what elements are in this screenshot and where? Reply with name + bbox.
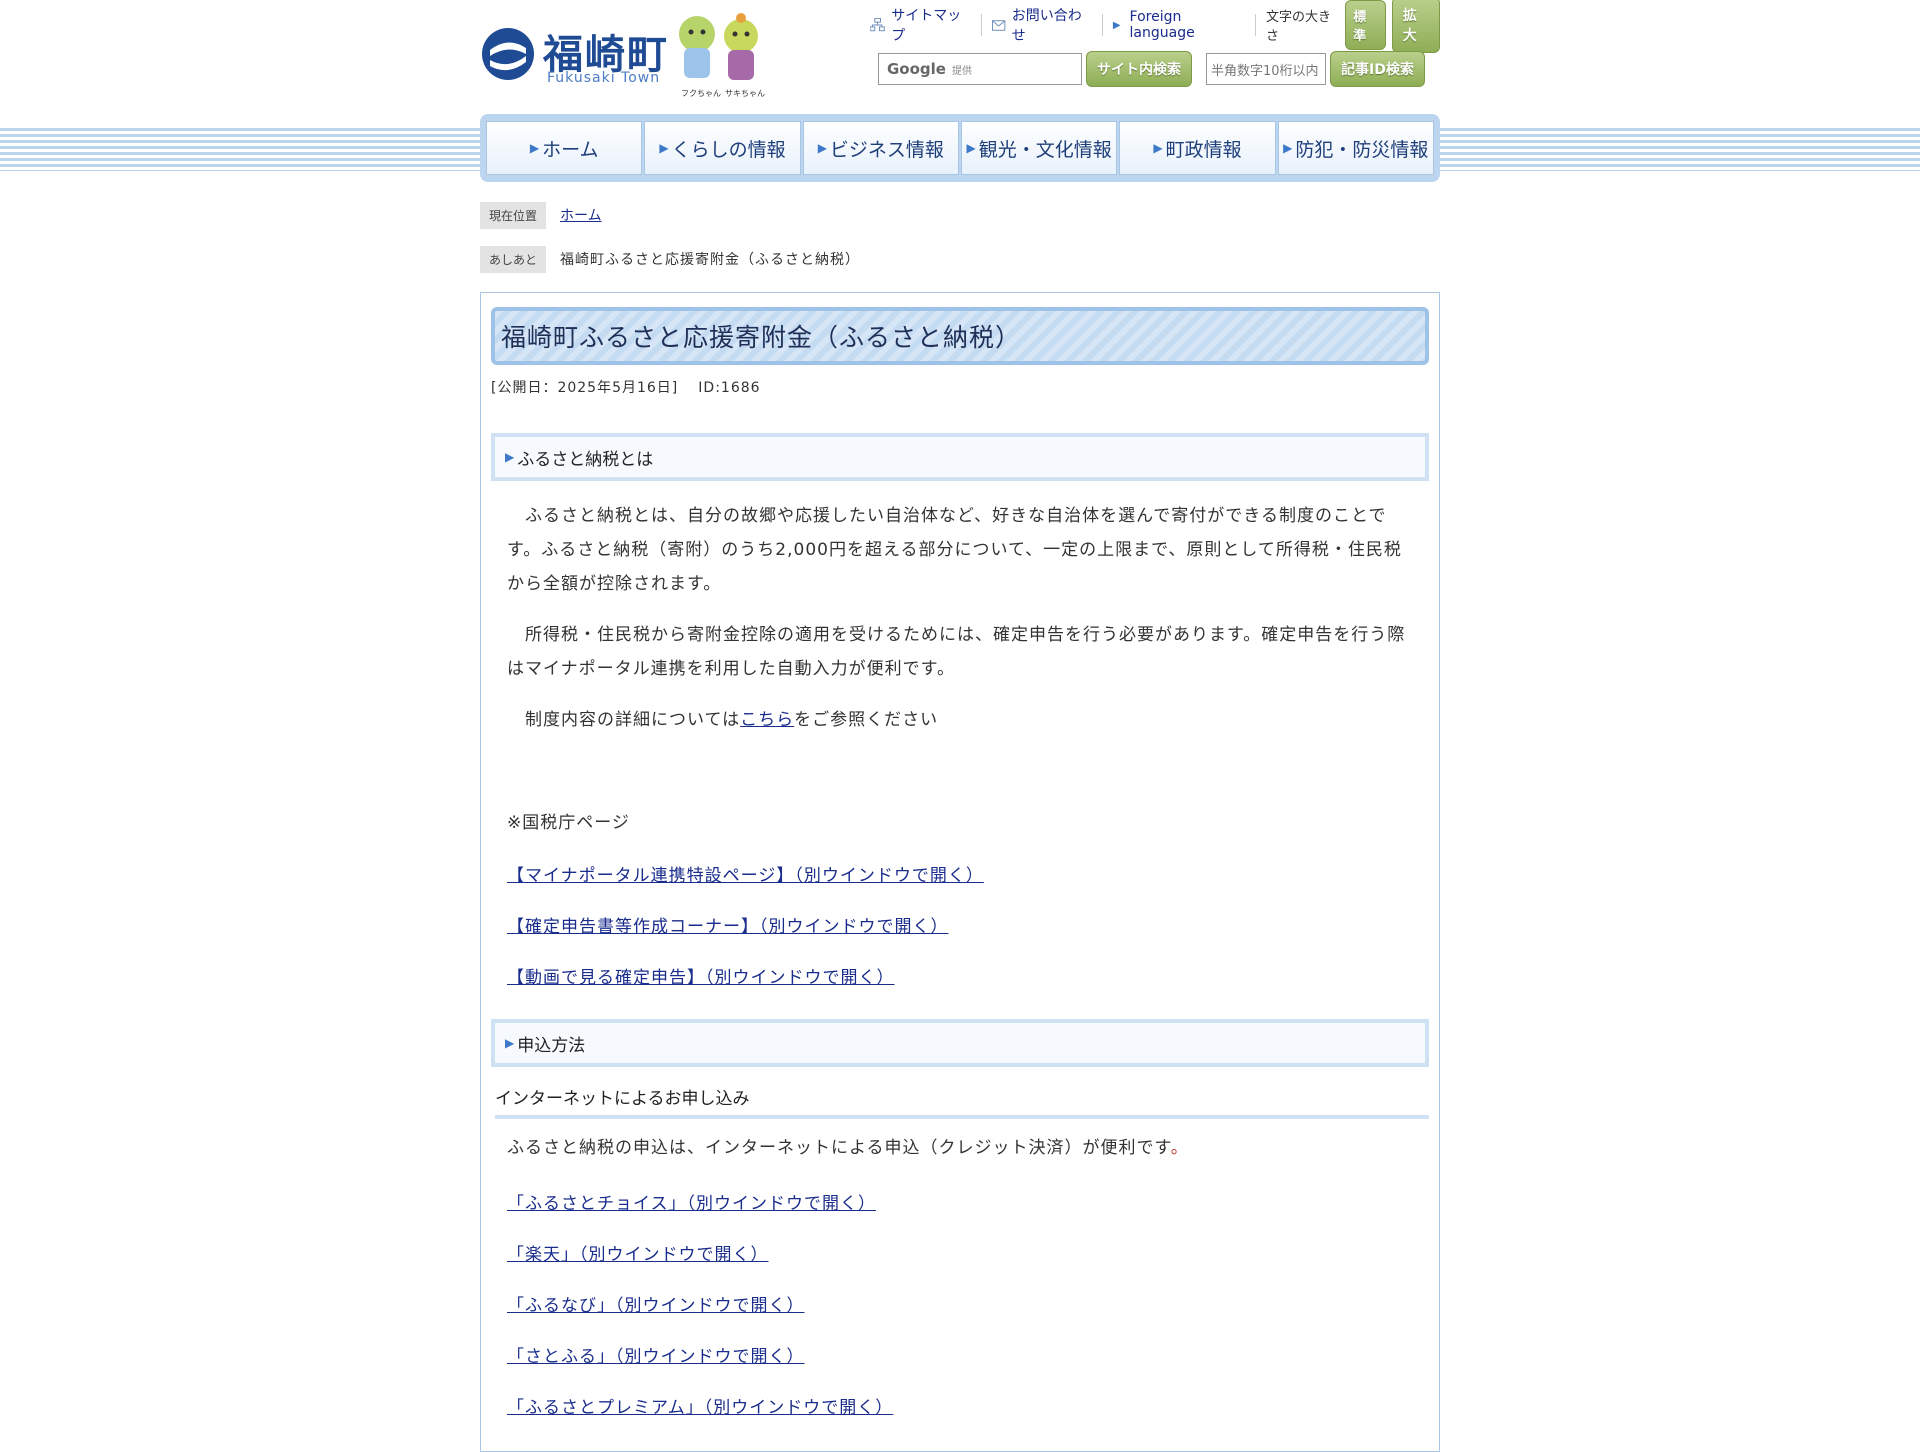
- rakuten-link[interactable]: 「楽天」（別ウインドウで開く）: [507, 1240, 769, 1265]
- paragraph-details: 制度内容の詳細についてはこちらをご参照ください: [507, 703, 1417, 737]
- nav-item-business[interactable]: ▶ ビジネス情報: [802, 121, 959, 175]
- sitemap-link[interactable]: サイトマップ: [860, 8, 983, 44]
- logo-subtext: Fukusaki Town: [547, 70, 661, 86]
- article-id: ID:1686: [698, 380, 761, 396]
- satofuru-link[interactable]: 「さとふる」（別ウインドウで開く）: [507, 1342, 805, 1367]
- chevron-right-icon: ▶: [659, 141, 669, 155]
- furusato-choice-link[interactable]: 「ふるさとチョイス」（別ウインドウで開く）: [507, 1189, 876, 1214]
- nav-item-safety[interactable]: ▶ 防犯・防災情報: [1277, 121, 1434, 175]
- mynaportal-link[interactable]: 【マイナポータル連携特設ページ】（別ウインドウで開く）: [507, 861, 984, 886]
- tax-video-link[interactable]: 【動画で見る確定申告】（別ウインドウで開く）: [507, 963, 895, 988]
- subsection-heading-internet: インターネットによるお申し込み: [495, 1084, 1429, 1119]
- site-search-input[interactable]: Google 提供: [878, 53, 1082, 85]
- chevron-right-icon: ▶: [817, 141, 827, 155]
- section-heading-about: ▶ ふるさと納税とは: [491, 433, 1429, 481]
- font-size-label: 文字の大きさ: [1265, 10, 1331, 44]
- main-content: 福崎町ふるさと応援寄附金（ふるさと納税） [公開日：2025年5月16日] ID:…: [480, 292, 1440, 1452]
- section-heading-text: 申込方法: [517, 1035, 586, 1056]
- history-tag: あしあと: [480, 245, 547, 273]
- details-link[interactable]: こちら: [740, 710, 794, 730]
- foreign-language-link[interactable]: ▶ Foreign language: [1103, 9, 1256, 41]
- furusato-premium-link[interactable]: 「ふるさとプレミアム」（別ウインドウで開く）: [507, 1393, 893, 1418]
- application-text-end: 。: [1170, 1138, 1189, 1158]
- mascot-illustration: フクちゃん サキちゃん: [675, 10, 765, 102]
- page-title: 福崎町ふるさと応援寄附金（ふるさと納税）: [491, 307, 1429, 365]
- nta-note: ※国税庁ページ: [507, 813, 630, 833]
- paragraph: ふるさと納税とは、自分の故郷や応援したい自治体など、好きな自治体を選んで寄付がで…: [507, 506, 1402, 594]
- breadcrumb-home-link[interactable]: ホーム: [560, 205, 602, 225]
- foreign-language-label: Foreign language: [1129, 9, 1195, 41]
- paragraph-application: ふるさと納税の申込は、インターネットによる申込（クレジット決済）が便利です。: [507, 1131, 1417, 1165]
- section-heading-application: ▶ 申込方法: [491, 1019, 1429, 1067]
- site-search-button[interactable]: サイト内検索: [1086, 51, 1192, 87]
- publish-info: [公開日：2025年5月16日] ID:1686: [491, 377, 761, 397]
- nav-item-administration[interactable]: ▶ 町政情報: [1119, 121, 1276, 175]
- mail-icon: [992, 19, 1006, 31]
- details-text-before: 制度内容の詳細については: [507, 710, 741, 730]
- nav-item-label: ビジネス情報: [829, 138, 944, 161]
- history-text: 福崎町ふるさと応援寄附金（ふるさと納税）: [560, 252, 861, 268]
- nav-item-tourism[interactable]: ▶ 観光・文化情報: [960, 121, 1118, 175]
- tax-return-corner-link[interactable]: 【確定申告書等作成コーナー】（別ウインドウで開く）: [507, 912, 949, 937]
- mascot-left-label: フクちゃん: [681, 89, 721, 98]
- site-logo[interactable]: 福崎町 Fukusaki Town: [480, 24, 680, 94]
- breadcrumb: 現在位置 ホーム: [480, 201, 602, 229]
- chevron-right-icon: ▶: [1112, 19, 1121, 31]
- chevron-right-icon: ▶: [1153, 141, 1163, 155]
- mascot-right-label: サキちゃん: [725, 89, 765, 98]
- utility-links: サイトマップ お問い合わせ ▶ Foreign language 文字の大きさ …: [860, 0, 1441, 53]
- contact-label: お問い合わせ: [1011, 8, 1082, 44]
- nav-item-label: 町政情報: [1165, 138, 1242, 161]
- breadcrumb-current-tag: 現在位置: [480, 201, 547, 229]
- nav-item-label: 防犯・防災情報: [1295, 138, 1429, 161]
- article-id-search-button[interactable]: 記事ID検索: [1330, 51, 1425, 87]
- font-large-button[interactable]: 拡大: [1391, 0, 1441, 53]
- nav-item-living[interactable]: ▶ くらしの情報: [644, 121, 801, 175]
- chevron-right-icon: ▶: [966, 141, 976, 155]
- chevron-right-icon: ▶: [1283, 141, 1293, 155]
- publish-date: [公開日：2025年5月16日]: [491, 380, 679, 396]
- nav-item-label: ホーム: [542, 138, 599, 161]
- global-nav: ▶ ホーム ▶ くらしの情報 ▶ ビジネス情報 ▶ 観光・文化情報 ▶ 町政情報 ▶ 防犯・…: [480, 114, 1440, 182]
- application-text: ふるさと納税の申込は、インターネットによる申込（クレジット決済）が便利です: [507, 1138, 1171, 1158]
- sitemap-label: サイトマップ: [891, 8, 962, 44]
- paragraph: 所得税・住民税から寄附金控除の適用を受けるためには、確定申告を行う必要があります…: [507, 625, 1406, 679]
- chevron-right-icon: ▶: [505, 450, 515, 464]
- nav-item-label: くらしの情報: [671, 138, 786, 161]
- font-size-control: 文字の大きさ 標準 拡大: [1256, 0, 1441, 53]
- page-title-text: 福崎町ふるさと応援寄附金（ふるさと納税）: [501, 323, 1022, 352]
- contact-link[interactable]: お問い合わせ: [982, 8, 1103, 44]
- nav-item-home[interactable]: ▶ ホーム: [486, 121, 643, 175]
- article-id-input[interactable]: 半角数字10桁以内: [1206, 53, 1326, 85]
- chevron-right-icon: ▶: [529, 141, 540, 155]
- mascot-icon: [679, 13, 758, 80]
- sitemap-icon: [870, 18, 885, 32]
- history-trail: あしあと 福崎町ふるさと応援寄附金（ふるさと納税）: [480, 245, 861, 273]
- details-text-after: をご参照ください: [794, 710, 939, 730]
- site-header: 福崎町 Fukusaki Town フクちゃん サキちゃん サイトマップ お問い…: [480, 0, 1441, 112]
- font-standard-button[interactable]: 標準: [1345, 0, 1386, 50]
- furunavi-link[interactable]: 「ふるなび」（別ウインドウで開く）: [507, 1291, 805, 1316]
- logo-mark-icon: [482, 28, 534, 80]
- google-sub-label: 提供: [951, 65, 972, 77]
- section-heading-text: ふるさと納税とは: [517, 449, 654, 470]
- search-area: Google 提供 サイト内検索 半角数字10桁以内 記事ID検索: [878, 51, 1425, 87]
- nav-item-label: 観光・文化情報: [978, 138, 1112, 161]
- chevron-right-icon: ▶: [505, 1036, 515, 1050]
- google-label: Google: [887, 60, 946, 78]
